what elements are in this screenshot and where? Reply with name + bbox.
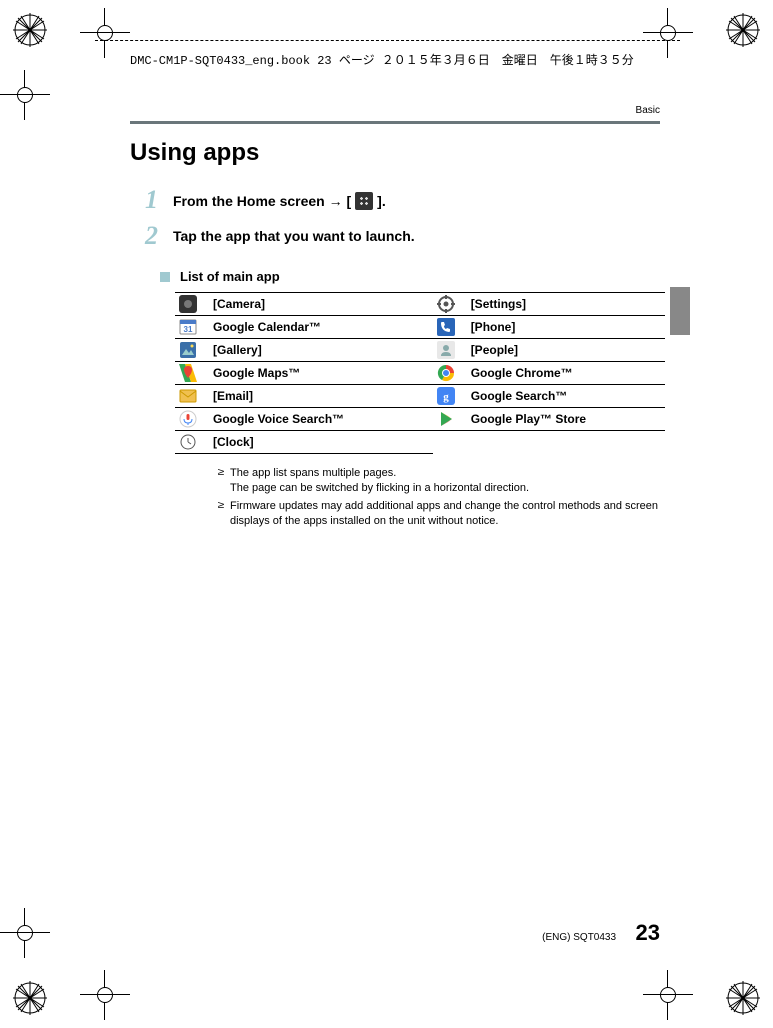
crop-mark-icon — [0, 70, 50, 120]
app-label: Google Play™ Store — [467, 408, 665, 431]
registration-mark-icon — [10, 978, 50, 1018]
crop-mark-icon — [643, 970, 693, 1020]
people-icon — [437, 341, 455, 359]
page-footer: (ENG) SQT0433 23 — [130, 920, 660, 946]
app-label — [467, 431, 665, 454]
thumb-tab — [670, 287, 690, 335]
app-label: Google Maps™ — [209, 362, 433, 385]
settings-icon — [437, 295, 455, 313]
email-icon — [179, 387, 197, 405]
table-row: Google Voice Search™ Google Play™ Store — [175, 408, 665, 431]
app-label: [Phone] — [467, 316, 665, 339]
app-label: Google Chrome™ — [467, 362, 665, 385]
crop-mark-icon — [80, 970, 130, 1020]
step-number: 2 — [145, 223, 173, 249]
document-code: (ENG) SQT0433 — [542, 932, 616, 943]
play-store-icon — [437, 410, 455, 428]
registration-mark-icon — [723, 10, 763, 50]
app-label: Google Search™ — [467, 385, 665, 408]
note-text: The app list spans multiple pages. The p… — [230, 467, 529, 494]
crop-mark-icon — [80, 8, 130, 58]
calendar-icon: 31 — [179, 318, 197, 336]
registration-mark-icon — [10, 10, 50, 50]
header-rule — [95, 40, 680, 41]
square-bullet-icon — [160, 272, 170, 282]
voice-search-icon — [179, 410, 197, 428]
crop-mark-icon — [643, 8, 693, 58]
clock-icon — [179, 433, 197, 451]
app-label: [Camera] — [209, 293, 433, 316]
gallery-icon — [179, 341, 197, 359]
app-label: [People] — [467, 339, 665, 362]
table-row: Google Maps™ Google Chrome™ — [175, 362, 665, 385]
note-item: Firmware updates may add additional apps… — [218, 499, 660, 530]
step-1: 1 From the Home screen → [ ]. — [145, 187, 660, 213]
svg-text:31: 31 — [184, 325, 193, 334]
camera-icon — [179, 295, 197, 313]
step-2: 2 Tap the app that you want to launch. — [145, 223, 660, 249]
table-row: [Gallery] [People] — [175, 339, 665, 362]
app-label: Google Voice Search™ — [209, 408, 433, 431]
table-row: [Email] g Google Search™ — [175, 385, 665, 408]
crop-mark-icon — [0, 908, 50, 958]
subsection-header: List of main app — [160, 269, 660, 284]
google-search-icon: g — [437, 387, 455, 405]
registration-mark-icon — [723, 978, 763, 1018]
page-number: 23 — [636, 920, 660, 945]
step-text-pre: From the Home screen → [ — [173, 193, 351, 209]
app-label: [Gallery] — [209, 339, 433, 362]
table-row: 31 Google Calendar™ [Phone] — [175, 316, 665, 339]
section-label: Basic — [130, 105, 660, 116]
svg-text:g: g — [443, 391, 449, 403]
chrome-icon — [437, 364, 455, 382]
notes-list: The app list spans multiple pages. The p… — [178, 466, 660, 530]
app-label: Google Calendar™ — [209, 316, 433, 339]
note-item: The app list spans multiple pages. The p… — [218, 466, 660, 497]
app-label: [Email] — [209, 385, 433, 408]
step-text: From the Home screen → [ ]. — [173, 187, 386, 210]
page-content: Basic Using apps 1 From the Home screen … — [130, 105, 660, 532]
step-number: 1 — [145, 187, 173, 213]
app-drawer-icon — [355, 192, 373, 210]
app-list-table: [Camera] [Settings] 31 Google Calendar™ … — [175, 292, 665, 454]
step-text-post: ]. — [377, 193, 386, 209]
section-rule — [130, 121, 660, 124]
app-label: [Settings] — [467, 293, 665, 316]
step-text: Tap the app that you want to launch. — [173, 223, 415, 244]
app-label: [Clock] — [209, 431, 433, 454]
table-row: [Clock] — [175, 431, 665, 454]
document-meta: DMC-CM1P-SQT0433_eng.book 23 ページ ２０１５年３月… — [130, 51, 634, 68]
page-title: Using apps — [130, 139, 660, 167]
phone-icon — [437, 318, 455, 336]
subsection-title: List of main app — [180, 269, 280, 284]
table-row: [Camera] [Settings] — [175, 293, 665, 316]
note-text: Firmware updates may add additional apps… — [230, 500, 658, 527]
maps-icon — [179, 364, 197, 382]
